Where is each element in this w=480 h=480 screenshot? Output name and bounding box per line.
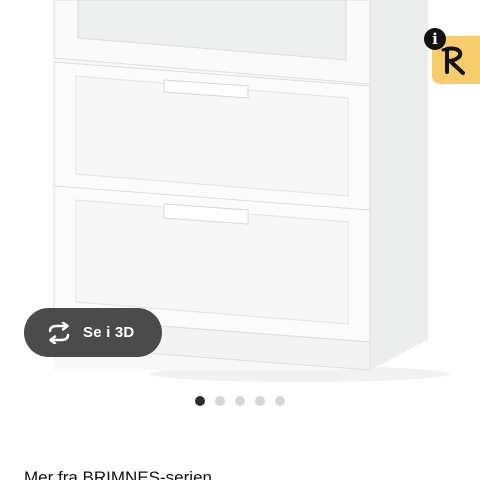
brand-badge[interactable]: i: [424, 28, 480, 86]
product-page: i Se i 3D Mer fra BRIMNES-serien: [0, 0, 480, 480]
carousel-dot[interactable]: [195, 396, 205, 406]
carousel-dot[interactable]: [275, 396, 285, 406]
rotate-3d-icon: [44, 321, 74, 345]
series-link[interactable]: Mer fra BRIMNES-serien: [24, 468, 212, 480]
carousel-dot[interactable]: [215, 396, 225, 406]
carousel-dot[interactable]: [235, 396, 245, 406]
carousel-dots: [195, 396, 285, 406]
view-3d-label: Se i 3D: [83, 324, 135, 341]
carousel-dot[interactable]: [255, 396, 265, 406]
view-3d-button[interactable]: Se i 3D: [24, 308, 162, 357]
info-icon[interactable]: i: [424, 28, 446, 50]
